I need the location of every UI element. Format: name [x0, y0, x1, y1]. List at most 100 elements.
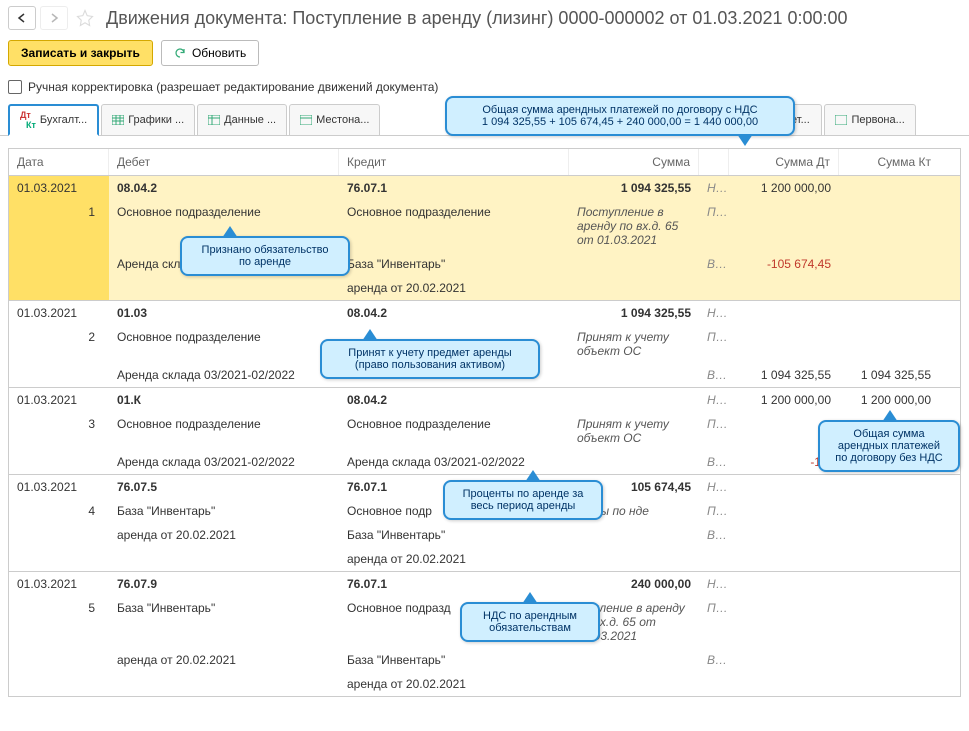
entry-index: 5 [9, 596, 109, 648]
nu-dt: 1 200 000,00 [729, 388, 839, 412]
nu-kt [839, 176, 939, 200]
col-sum-dt: Сумма Дт [729, 149, 839, 175]
vr-dt: -105 674,45 [729, 252, 839, 276]
entry-sum: 1 094 325,55 [569, 176, 699, 200]
pr-dt [729, 596, 839, 648]
debit-sub1: Основное подразделение [109, 412, 339, 450]
col-credit: Кредит [339, 149, 569, 175]
entry-1[interactable]: 01.03.2021 08.04.2 76.07.1 1 094 325,55 … [8, 176, 961, 301]
pr-label: ПР: [699, 499, 729, 523]
pr-label: ПР: [699, 200, 729, 252]
entry-date: 01.03.2021 [9, 388, 109, 412]
tab-accounting[interactable]: ДтКт Бухгалт... [8, 104, 99, 136]
entry-index: 3 [9, 412, 109, 450]
col-debit: Дебет [109, 149, 339, 175]
col-sum-kt: Сумма Кт [839, 149, 939, 175]
refresh-label: Обновить [192, 46, 246, 60]
credit-account: 76.07.1 [339, 176, 569, 200]
vr-label: ВР: [699, 252, 729, 276]
debit-account: 76.07.5 [109, 475, 339, 499]
callout-asset-accepted: Принят к учету предмет аренды (право пол… [320, 339, 540, 379]
table-icon [112, 115, 124, 125]
credit-account: 08.04.2 [339, 388, 569, 412]
tab-data[interactable]: Данные ... [197, 104, 287, 135]
vr-label: ВР: [699, 450, 729, 474]
page-title: Движения документа: Поступление в аренду… [106, 8, 848, 29]
entry-date: 01.03.2021 [9, 176, 109, 200]
nav-back-button[interactable] [8, 6, 36, 30]
entry-sum: 240 000,00 [569, 572, 699, 596]
tab-label: Местона... [316, 114, 369, 126]
callout-vat: НДС по арендным обязательствам [460, 602, 600, 642]
credit-sub3: аренда от 20.02.2021 [339, 672, 569, 696]
tab-label: Первона... [851, 114, 904, 126]
tab-schedules[interactable]: Графики ... [101, 104, 195, 135]
entry-date: 01.03.2021 [9, 475, 109, 499]
vr-kt [839, 252, 939, 276]
debit-account: 08.04.2 [109, 176, 339, 200]
tab-first[interactable]: Первона... [824, 104, 915, 135]
nu-label: НУ: [699, 176, 729, 200]
entry-desc: Принят к учету объект ОС [569, 412, 699, 450]
tab-label: Данные ... [224, 114, 276, 126]
vr-label: ВР: [699, 363, 729, 387]
debit-account: 76.07.9 [109, 572, 339, 596]
pr-kt [839, 596, 939, 648]
nav-forward-button[interactable] [40, 6, 68, 30]
table-icon [835, 115, 847, 125]
manual-edit-label: Ручная корректировка (разрешает редактир… [28, 80, 438, 94]
vr-kt [839, 523, 939, 547]
debit-account: 01.03 [109, 301, 339, 325]
pr-kt [839, 325, 939, 363]
pr-kt [839, 499, 939, 523]
vr-dt: 1 094 325,55 [729, 363, 839, 387]
nu-dt [729, 572, 839, 596]
vr-label: ВР: [699, 648, 729, 672]
credit-account: 08.04.2 [339, 301, 569, 325]
pr-dt [729, 200, 839, 252]
grid-header: Дата Дебет Кредит Сумма Сумма Дт Сумма К… [8, 148, 961, 176]
save-and-close-button[interactable]: Записать и закрыть [8, 40, 153, 66]
entry-sum [569, 388, 699, 412]
credit-sub2: База "Инвентарь" [339, 252, 569, 276]
credit-sub3: аренда от 20.02.2021 [339, 547, 569, 571]
nu-label: НУ: [699, 572, 729, 596]
callout-lease-obligation: Признано обязательство по аренде [180, 236, 350, 276]
entry-sum: 1 094 325,55 [569, 301, 699, 325]
callout-total-no-vat: Общая сумма арендных платежей по договор… [818, 420, 960, 472]
callout-total-with-vat: Общая сумма арендных платежей по договор… [445, 96, 795, 136]
pr-label: ПР: [699, 596, 729, 648]
vr-dt [729, 648, 839, 672]
entry-desc: Принят к учету объект ОС [569, 325, 699, 363]
refresh-button[interactable]: Обновить [161, 40, 259, 66]
vr-label: ВР: [699, 523, 729, 547]
tab-location[interactable]: Местона... [289, 104, 380, 135]
entry-date: 01.03.2021 [9, 301, 109, 325]
debit-sub2: аренда от 20.02.2021 [109, 523, 339, 547]
debit-sub1: База "Инвентарь" [109, 596, 339, 648]
nu-kt [839, 475, 939, 499]
debit-sub2: Аренда склада 03/2021-02/2022 [109, 450, 339, 474]
nu-kt [839, 301, 939, 325]
vr-kt [839, 648, 939, 672]
debit-sub2: Аренда склада 03/2021-02/2022 [109, 363, 339, 387]
credit-sub1: Основное подразделение [339, 412, 569, 450]
table-icon [208, 115, 220, 125]
nu-label: НУ: [699, 388, 729, 412]
nu-label: НУ: [699, 475, 729, 499]
nu-label: НУ: [699, 301, 729, 325]
credit-sub1: Основное подразделение [339, 200, 569, 252]
debit-sub1: Основное подразделение [109, 325, 339, 363]
col-date: Дата [9, 149, 109, 175]
nu-dt [729, 475, 839, 499]
nu-dt: 1 200 000,00 [729, 176, 839, 200]
refresh-icon [174, 47, 186, 59]
entry-date: 01.03.2021 [9, 572, 109, 596]
nu-dt [729, 301, 839, 325]
debit-sub2: аренда от 20.02.2021 [109, 648, 339, 672]
favorite-star-icon[interactable] [76, 9, 94, 27]
col-sum: Сумма [569, 149, 699, 175]
credit-sub2: База "Инвентарь" [339, 523, 569, 547]
pr-dt [729, 499, 839, 523]
manual-edit-checkbox[interactable] [8, 80, 22, 94]
